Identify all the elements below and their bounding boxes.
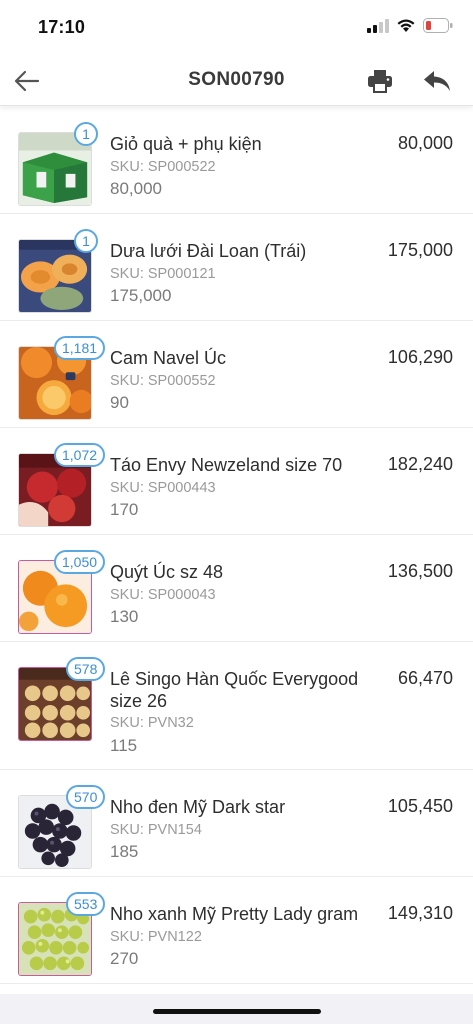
top-navigation-bar: SON00790 bbox=[0, 56, 473, 106]
product-quantity: 175,000 bbox=[110, 286, 172, 305]
product-price: 182,240 bbox=[387, 454, 453, 474]
product-name: Dưa lưới Đài Loan (Trái) bbox=[110, 241, 307, 261]
product-price: 105,450 bbox=[387, 796, 453, 816]
product-name: Giỏ quà + phụ kiện bbox=[110, 134, 262, 154]
product-price: 66,470 bbox=[397, 668, 453, 688]
wifi-icon bbox=[397, 19, 415, 32]
reply-icon bbox=[424, 71, 450, 91]
quantity-badge: 570 bbox=[66, 785, 106, 809]
printer-icon bbox=[368, 70, 392, 93]
list-item[interactable]: 553 Nho xanh Mỹ Pretty Lady gram SKU: PV… bbox=[0, 877, 473, 984]
product-name: Nho xanh Mỹ Pretty Lady gram bbox=[110, 904, 359, 924]
quantity-badge: 553 bbox=[66, 892, 106, 916]
list-item[interactable]: 1,072 Táo Envy Newzeland size 70 SKU: SP… bbox=[0, 428, 473, 535]
print-button[interactable] bbox=[365, 66, 395, 96]
product-sku: SKU: SP000121 bbox=[110, 266, 216, 282]
product-name: Quýt Úc sz 48 bbox=[110, 562, 224, 582]
list-item[interactable]: 1,050 Quýt Úc sz 48 SKU: SP000043 130 13… bbox=[0, 535, 473, 642]
reply-button[interactable] bbox=[421, 66, 453, 96]
product-price: 106,290 bbox=[387, 347, 453, 367]
product-quantity: 90 bbox=[110, 393, 129, 412]
product-quantity: 270 bbox=[110, 949, 139, 968]
product-sku: SKU: SP000522 bbox=[110, 159, 216, 175]
quantity-badge: 1 bbox=[74, 229, 98, 253]
quantity-badge: 1 bbox=[74, 122, 98, 146]
product-name: Táo Envy Newzeland size 70 bbox=[110, 455, 343, 475]
product-price: 80,000 bbox=[397, 133, 453, 153]
product-sku: SKU: SP000443 bbox=[110, 480, 216, 496]
order-title: SON00790 bbox=[188, 69, 285, 90]
product-quantity: 115 bbox=[110, 736, 138, 755]
home-indicator[interactable] bbox=[153, 1009, 321, 1014]
product-quantity: 185 bbox=[110, 842, 139, 861]
quantity-badge: 1,050 bbox=[54, 550, 106, 574]
status-icons bbox=[367, 18, 453, 33]
product-sku: SKU: PVN154 bbox=[110, 822, 202, 838]
product-sku: SKU: SP000552 bbox=[110, 373, 216, 389]
quantity-badge: 1,072 bbox=[54, 443, 106, 467]
product-name: Cam Navel Úc bbox=[110, 348, 227, 368]
list-item[interactable]: 578 Lê Singo Hàn Quốc Everygood size 26 … bbox=[0, 642, 473, 770]
product-quantity: 170 bbox=[110, 500, 139, 519]
product-name: Nho đen Mỹ Dark star bbox=[110, 797, 286, 817]
status-bar: 17:10 bbox=[0, 0, 473, 56]
list-item[interactable]: 1 Giỏ quà + phụ kiện SKU: SP000522 80,00… bbox=[0, 107, 473, 214]
product-sku: SKU: PVN122 bbox=[110, 929, 202, 945]
list-item[interactable]: 570 Nho đen Mỹ Dark star SKU: PVN154 185… bbox=[0, 770, 473, 877]
product-sku: SKU: SP000043 bbox=[110, 587, 216, 603]
battery-icon bbox=[423, 18, 453, 33]
status-time: 17:10 bbox=[38, 17, 86, 37]
product-quantity: 80,000 bbox=[110, 179, 162, 198]
product-name: Lê Singo Hàn Quốc Everygood size 26 bbox=[110, 669, 359, 711]
product-sku: SKU: PVN32 bbox=[110, 715, 194, 731]
signal-icon bbox=[367, 18, 389, 33]
list-item[interactable]: 1,181 Cam Navel Úc SKU: SP000552 90 106,… bbox=[0, 321, 473, 428]
quantity-badge: 578 bbox=[66, 657, 106, 681]
order-item-list: 1 Giỏ quà + phụ kiện SKU: SP000522 80,00… bbox=[0, 107, 473, 984]
list-item[interactable]: 1 Dưa lưới Đài Loan (Trái) SKU: SP000121… bbox=[0, 214, 473, 321]
product-quantity: 130 bbox=[110, 607, 139, 626]
quantity-badge: 1,181 bbox=[54, 336, 106, 360]
product-price: 175,000 bbox=[387, 240, 453, 260]
product-price: 149,310 bbox=[387, 903, 453, 923]
product-price: 136,500 bbox=[387, 561, 453, 581]
